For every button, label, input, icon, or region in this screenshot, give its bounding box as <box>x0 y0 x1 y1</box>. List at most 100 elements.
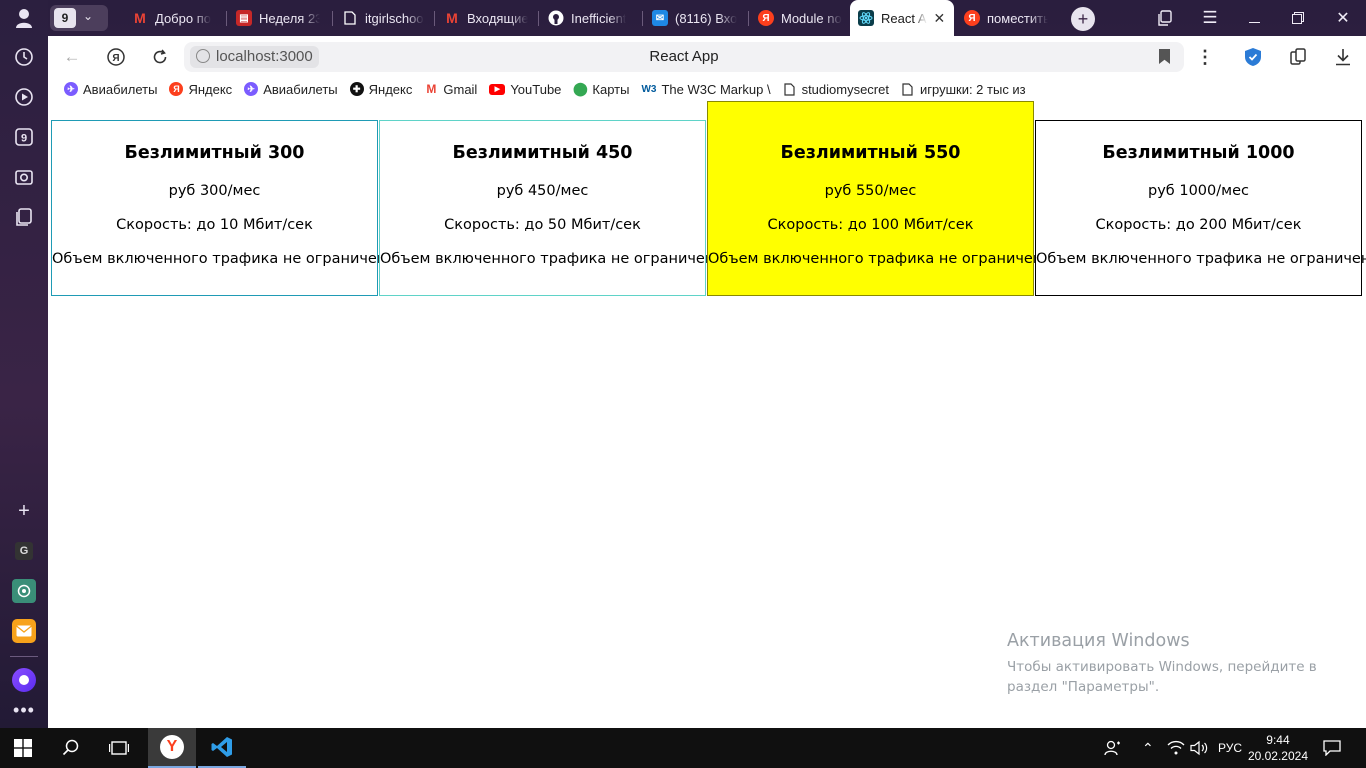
plan-title: Безлимитный 1000 <box>1102 143 1295 163</box>
tab-count-badge: 9 <box>54 8 76 28</box>
bookmark-label: The W3C Markup \ <box>661 81 771 97</box>
plan-price: руб 550/мес <box>824 183 917 199</box>
language-indicator[interactable]: РУС <box>1218 728 1242 768</box>
clock[interactable]: 9:44 20.02.2024 <box>1248 732 1308 764</box>
tab-label: Добро по <box>155 10 211 26</box>
tab-item[interactable]: ✉ (8116) Вхо <box>644 3 746 33</box>
mail-app-icon[interactable] <box>12 619 36 643</box>
tab-label: Неделя 23 <box>259 10 320 26</box>
yandex-icon: Я <box>964 10 980 26</box>
search-icon[interactable] <box>48 728 94 768</box>
extensions-icon[interactable] <box>1286 45 1310 69</box>
download-icon[interactable] <box>1331 45 1355 69</box>
plan-traffic: Объем включенного трафика не ограничен <box>708 251 1043 267</box>
gmail-icon: M <box>446 10 458 26</box>
tab-label: Inefficient <box>571 10 627 26</box>
g-app-icon[interactable]: G <box>12 539 36 563</box>
collections-icon[interactable] <box>12 205 36 229</box>
aviasales-icon: ✈ <box>244 82 259 96</box>
tab-label: поместить <box>987 10 1048 26</box>
document-icon: ▤ <box>236 10 252 26</box>
task-view-icon[interactable] <box>96 728 142 768</box>
profile-icon[interactable] <box>12 6 36 30</box>
address-bar[interactable]: localhost:3000 React App <box>184 42 1184 72</box>
plan-card: Безлимитный 450 руб 450/мес Скорость: до… <box>379 120 714 296</box>
page-icon <box>901 82 915 96</box>
bookmark-item[interactable]: Я Яндекс <box>163 82 238 97</box>
bookmark-label: Gmail <box>443 81 478 97</box>
plan-speed: Скорость: до 10 Мбит/сек <box>116 217 313 233</box>
bookmark-label: studiomysecret <box>801 81 889 97</box>
bookmark-item[interactable]: ⬤ Карты <box>567 81 635 97</box>
close-window-button[interactable]: ✕ <box>1330 6 1356 30</box>
tab-item[interactable]: M Входящие <box>436 3 536 33</box>
back-button[interactable]: ← <box>59 45 85 69</box>
tab-group-button[interactable]: 9 ⌄ <box>50 5 108 31</box>
page-icon <box>783 82 797 96</box>
plan-card: Безлимитный 1000 руб 1000/мес Скорость: … <box>1035 120 1366 296</box>
bookmark-label: Яндекс <box>368 81 413 97</box>
plan-price: руб 450/мес <box>496 183 589 199</box>
w3c-icon: W3 <box>641 83 657 95</box>
yandex-browser-taskbar-icon[interactable]: Y <box>148 728 196 768</box>
bookmark-item[interactable]: W3 The W3C Markup \ <box>635 82 776 97</box>
vscode-taskbar-icon[interactable] <box>198 728 246 768</box>
bookmark-item[interactable]: игрушки: 2 тыс из <box>895 82 1032 97</box>
tab-item[interactable]: Я Module no <box>750 3 850 33</box>
page-icon <box>342 10 358 26</box>
tab-item-active[interactable]: React A ✕ <box>850 0 954 36</box>
tab-item[interactable]: M Добро по <box>124 3 224 33</box>
tabs-count-icon[interactable]: 9 <box>12 125 36 149</box>
bookmark-item[interactable]: ✈ Авиабилеты <box>58 82 163 97</box>
yandex-alt-icon: ✚ <box>349 82 364 96</box>
bookmark-item[interactable]: studiomysecret <box>777 82 895 97</box>
volume-icon[interactable] <box>1190 728 1208 768</box>
page-content: Безлимитный 300 руб 300/мес Скорость: до… <box>48 101 1366 728</box>
history-icon[interactable] <box>12 45 36 69</box>
youtube-icon: ▶ <box>489 83 506 95</box>
menu-icon[interactable]: ☰ <box>1197 6 1223 30</box>
tab-item[interactable]: Inefficient <box>540 3 640 33</box>
close-tab-icon[interactable]: ✕ <box>934 10 946 27</box>
plan-title: Безлимитный 300 <box>124 143 305 163</box>
restore-button[interactable] <box>1285 6 1311 30</box>
notifications-icon[interactable] <box>1323 728 1341 768</box>
bookmark-item[interactable]: ✈ Авиабилеты <box>238 82 343 97</box>
plan-price: руб 300/мес <box>168 183 261 199</box>
screenshot-icon[interactable] <box>12 165 36 189</box>
tab-item[interactable]: Я поместить <box>956 3 1056 33</box>
watermark-text: Чтобы активировать Windows, перейдите в … <box>1007 659 1317 695</box>
start-button[interactable] <box>0 728 46 768</box>
tab-label: (8116) Вхо <box>675 10 738 26</box>
chevron-up-icon[interactable]: ⌃ <box>1142 728 1154 768</box>
bookmark-label: Авиабилеты <box>263 81 338 97</box>
network-icon[interactable] <box>1167 728 1185 768</box>
minimize-button[interactable] <box>1241 6 1267 30</box>
gmail-icon: M <box>426 82 437 96</box>
reload-button[interactable] <box>147 45 173 69</box>
bookmark-item[interactable]: ✚ Яндекс <box>344 82 419 97</box>
more-options-icon[interactable]: ⋮ <box>1193 45 1217 69</box>
add-panel-icon[interactable]: + <box>12 499 36 523</box>
tab-item[interactable]: ▤ Неделя 23 <box>228 3 328 33</box>
plan-speed: Скорость: до 50 Мбит/сек <box>444 217 641 233</box>
clock-date: 20.02.2024 <box>1247 749 1308 763</box>
bookmark-item[interactable]: M Gmail <box>418 82 483 97</box>
page-title: React App <box>649 48 719 65</box>
alice-icon[interactable] <box>12 668 36 692</box>
windows-activation-watermark: Активация Windows Чтобы активировать Win… <box>1007 631 1327 697</box>
tab-item[interactable]: itgirlschoo <box>334 3 434 33</box>
more-icon[interactable]: ••• <box>12 698 36 722</box>
video-icon[interactable] <box>12 85 36 109</box>
tab-manager-icon[interactable] <box>1152 6 1178 30</box>
yandex-home-button[interactable]: Я <box>103 45 129 69</box>
bookmark-item[interactable]: ▶ YouTube <box>483 82 567 97</box>
new-tab-button[interactable]: + <box>1071 7 1095 31</box>
gmail-icon: M <box>134 10 146 26</box>
plan-card-highlighted: Безлимитный 550 руб 550/мес Скорость: до… <box>707 101 1043 296</box>
chatgpt-icon[interactable] <box>12 579 36 603</box>
tab-label: itgirlschoo <box>365 10 424 26</box>
protect-shield-icon[interactable] <box>1241 45 1265 69</box>
people-icon[interactable] <box>1104 728 1122 768</box>
bookmark-label: игрушки: 2 тыс из <box>919 81 1026 97</box>
